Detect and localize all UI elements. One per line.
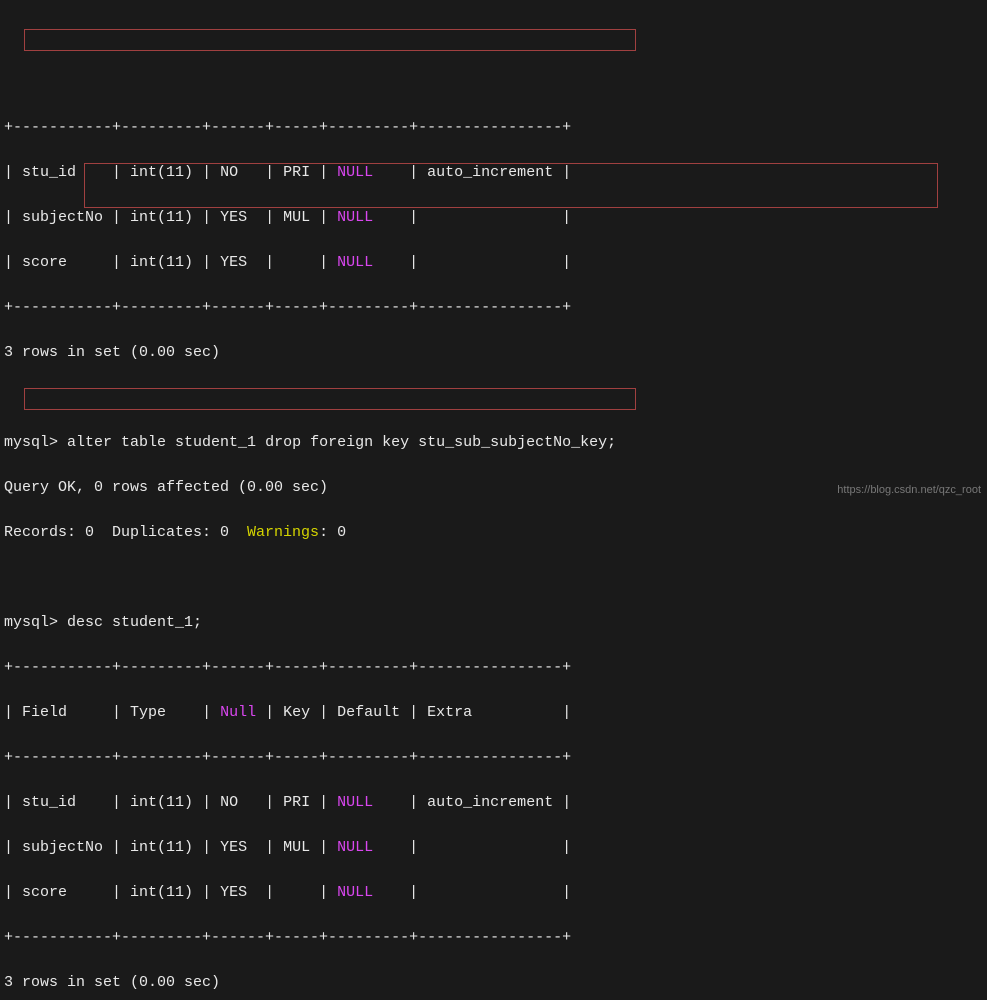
query-result: Query OK, 0 rows affected (0.00 sec) <box>4 477 983 500</box>
table-row: | stu_id | int(11) | NO | PRI | NULL | a… <box>4 792 983 815</box>
table-border: +-----------+---------+------+-----+----… <box>4 657 983 680</box>
query-result: Records: 0 Duplicates: 0 Warnings: 0 <box>4 522 983 545</box>
sql-command: mysql> desc student_1; <box>4 612 983 635</box>
table-row: | score | int(11) | YES | | NULL | | <box>4 882 983 905</box>
table-border: +-----------+---------+------+-----+----… <box>4 117 983 140</box>
table-border: +-----------+---------+------+-----+----… <box>4 297 983 320</box>
result-summary: 3 rows in set (0.00 sec) <box>4 342 983 365</box>
table-row: | stu_id | int(11) | NO | PRI | NULL | a… <box>4 162 983 185</box>
table-header: | Field | Type | Null | Key | Default | … <box>4 702 983 725</box>
table-border: +-----------+---------+------+-----+----… <box>4 927 983 950</box>
watermark: https://blog.csdn.net/qzc_root <box>837 482 981 499</box>
table-row: | score | int(11) | YES | | NULL | | <box>4 252 983 275</box>
table-row: | subjectNo | int(11) | YES | MUL | NULL… <box>4 207 983 230</box>
result-summary: 3 rows in set (0.00 sec) <box>4 972 983 995</box>
terminal-output: +-----------+---------+------+-----+----… <box>4 94 983 1000</box>
table-row: | subjectNo | int(11) | YES | MUL | NULL… <box>4 837 983 860</box>
highlight-row-1 <box>24 29 636 51</box>
table-border: +-----------+---------+------+-----+----… <box>4 747 983 770</box>
sql-command: mysql> alter table student_1 drop foreig… <box>4 432 983 455</box>
